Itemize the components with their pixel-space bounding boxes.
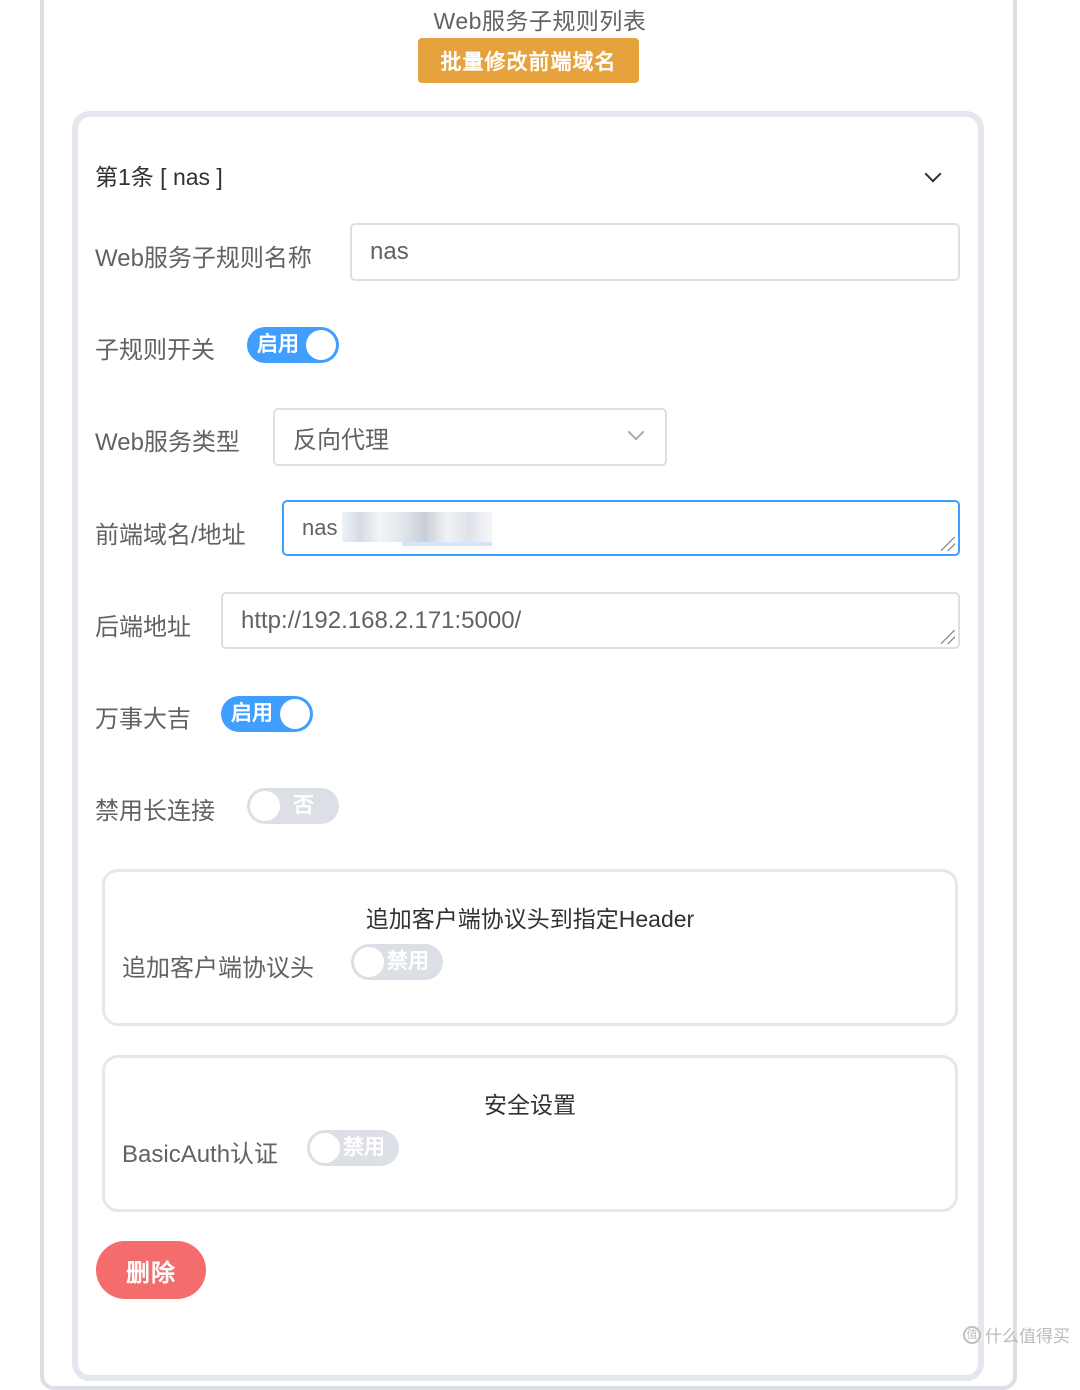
disable-keepalive-switch[interactable]: 否 — [247, 788, 339, 824]
basic-auth-switch[interactable]: 禁用 — [307, 1130, 399, 1166]
rule-name-value: nas — [370, 238, 409, 265]
frontend-address-value: nas — [302, 515, 338, 540]
basic-auth-label: BasicAuth认证 — [122, 1141, 279, 1168]
watermark: 值 什么值得买 — [963, 1322, 1070, 1347]
security-card: 安全设置 BasicAuth认证 禁用 — [102, 1055, 958, 1212]
switch-knob — [354, 947, 384, 977]
resize-handle[interactable] — [941, 537, 955, 551]
redacted-blur — [342, 512, 492, 542]
lucky-label: 万事大吉 — [95, 706, 191, 733]
lucky-switch-text: 启用 — [231, 702, 273, 725]
watermark-text: 什么值得买 — [985, 1327, 1070, 1346]
backend-address-label: 后端地址 — [95, 614, 191, 641]
disable-keepalive-label: 禁用长连接 — [95, 798, 215, 825]
frontend-address-label: 前端域名/地址 — [95, 522, 246, 549]
rule-enable-switch-text: 启用 — [257, 333, 299, 356]
switch-knob — [250, 791, 280, 821]
basic-auth-switch-text: 禁用 — [343, 1136, 385, 1159]
backend-address-textarea[interactable]: http://192.168.2.171:5000/ — [221, 592, 960, 649]
page-title: Web服务子规则列表 — [433, 8, 647, 34]
rule-name-input[interactable]: nas — [350, 223, 960, 281]
rule-header[interactable]: 第1条 [ nas ] — [95, 158, 223, 192]
batch-edit-frontend-button[interactable]: 批量修改前端域名 — [418, 38, 639, 83]
client-header-title: 追加客户端协议头到指定Header — [365, 906, 695, 932]
rule-enable-switch[interactable]: 启用 — [247, 327, 339, 363]
resize-handle[interactable] — [941, 630, 955, 644]
service-type-value: 反向代理 — [293, 426, 389, 454]
disable-keepalive-switch-text: 否 — [293, 794, 314, 817]
redacted-blur-underline — [402, 542, 492, 546]
client-header-label: 追加客户端协议头 — [122, 955, 314, 982]
delete-button[interactable]: 删除 — [96, 1241, 206, 1299]
chevron-down-icon — [627, 423, 645, 441]
rule-enable-label: 子规则开关 — [95, 337, 215, 364]
service-type-label: Web服务类型 — [95, 429, 240, 456]
switch-knob — [310, 1133, 340, 1163]
client-header-card: 追加客户端协议头到指定Header 追加客户端协议头 禁用 — [102, 869, 958, 1026]
switch-knob — [306, 330, 336, 360]
client-header-switch-text: 禁用 — [387, 950, 429, 973]
lucky-switch[interactable]: 启用 — [221, 696, 313, 732]
rule-name-label: Web服务子规则名称 — [95, 245, 312, 272]
security-title: 安全设置 — [484, 1092, 576, 1118]
watermark-logo-icon: 值 — [963, 1325, 981, 1344]
client-header-switch[interactable]: 禁用 — [351, 944, 443, 980]
backend-address-value: http://192.168.2.171:5000/ — [241, 606, 522, 634]
switch-knob — [280, 699, 310, 729]
service-type-select[interactable]: 反向代理 — [273, 408, 667, 466]
frontend-address-textarea[interactable]: nas — [282, 500, 960, 556]
